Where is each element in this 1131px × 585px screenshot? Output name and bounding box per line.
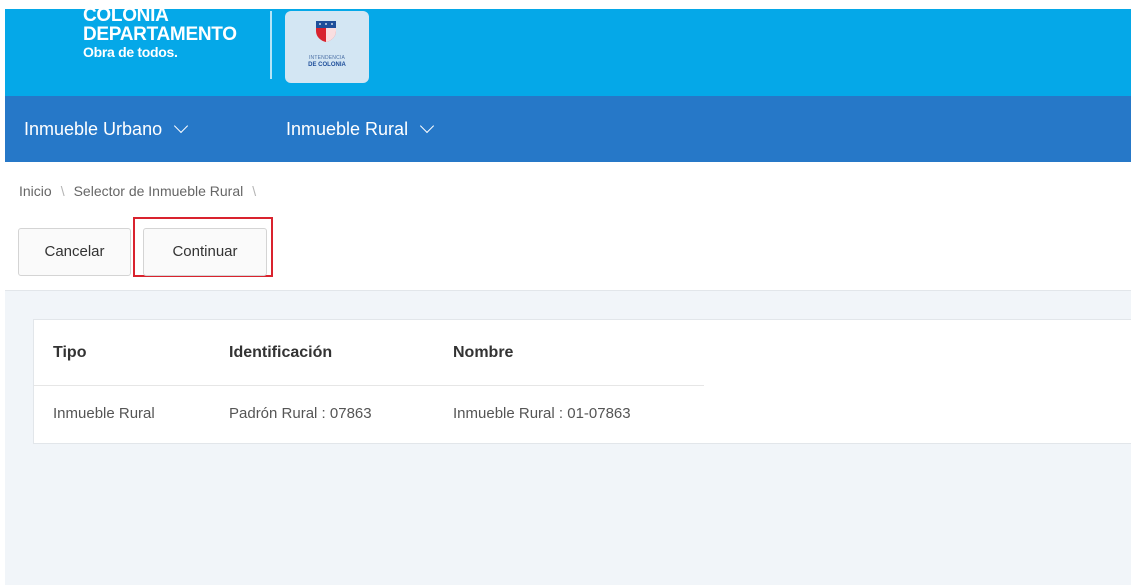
column-header-tipo[interactable]: Tipo <box>53 344 86 362</box>
nav-item-inmueble-urbano[interactable]: Inmueble Urbano <box>24 96 189 162</box>
chevron-down-icon <box>419 118 435 134</box>
results-table <box>33 319 1131 444</box>
nav-item-label: Inmueble Urbano <box>24 119 163 139</box>
continue-button[interactable]: Continuar <box>143 228 267 276</box>
page: COLONIA DEPARTAMENTO Obra de todos. INTE… <box>0 0 1131 585</box>
nav-item-inmueble-rural[interactable]: Inmueble Rural <box>286 96 435 162</box>
seal-text-bottom: DE COLONIA <box>308 62 346 68</box>
cell-nombre: Inmueble Rural : 01-07863 <box>453 405 631 422</box>
logo-line-1: COLONIA <box>83 5 169 26</box>
column-header-identificacion[interactable]: Identificación <box>229 344 332 362</box>
main-nav: Inmueble Urbano Inmueble Rural <box>5 96 1131 162</box>
seal-text-top: INTENDENCIA <box>308 55 346 61</box>
top-header: COLONIA DEPARTAMENTO Obra de todos. INTE… <box>5 5 1131 96</box>
logo-line-2: DEPARTAMENTO <box>83 24 237 45</box>
breadcrumb-inicio[interactable]: Inicio <box>19 183 52 199</box>
nav-item-label: Inmueble Rural <box>286 119 409 139</box>
cell-identificacion: Padrón Rural : 07863 <box>229 405 372 422</box>
cancel-button-frame: Cancelar <box>18 228 131 276</box>
chevron-down-icon <box>174 118 189 134</box>
cell-tipo: Inmueble Rural <box>53 405 155 422</box>
intendencia-seal: INTENDENCIA DE COLONIA <box>285 11 369 83</box>
logo-slogan: Obra de todos. <box>83 44 178 60</box>
breadcrumb-separator: \ <box>60 183 65 199</box>
breadcrumb-separator: \ <box>252 183 257 199</box>
logo-divider <box>270 11 272 79</box>
breadcrumb: Inicio \ Selector de Inmueble Rural \ <box>19 183 265 199</box>
cancel-button[interactable]: Cancelar <box>19 229 130 275</box>
department-logo[interactable]: COLONIA DEPARTAMENTO Obra de todos. <box>83 5 237 60</box>
breadcrumb-selector-rural[interactable]: Selector de Inmueble Rural <box>74 183 244 199</box>
header-divider <box>34 385 704 386</box>
coat-of-arms-icon <box>316 21 336 42</box>
column-header-nombre[interactable]: Nombre <box>453 344 513 362</box>
